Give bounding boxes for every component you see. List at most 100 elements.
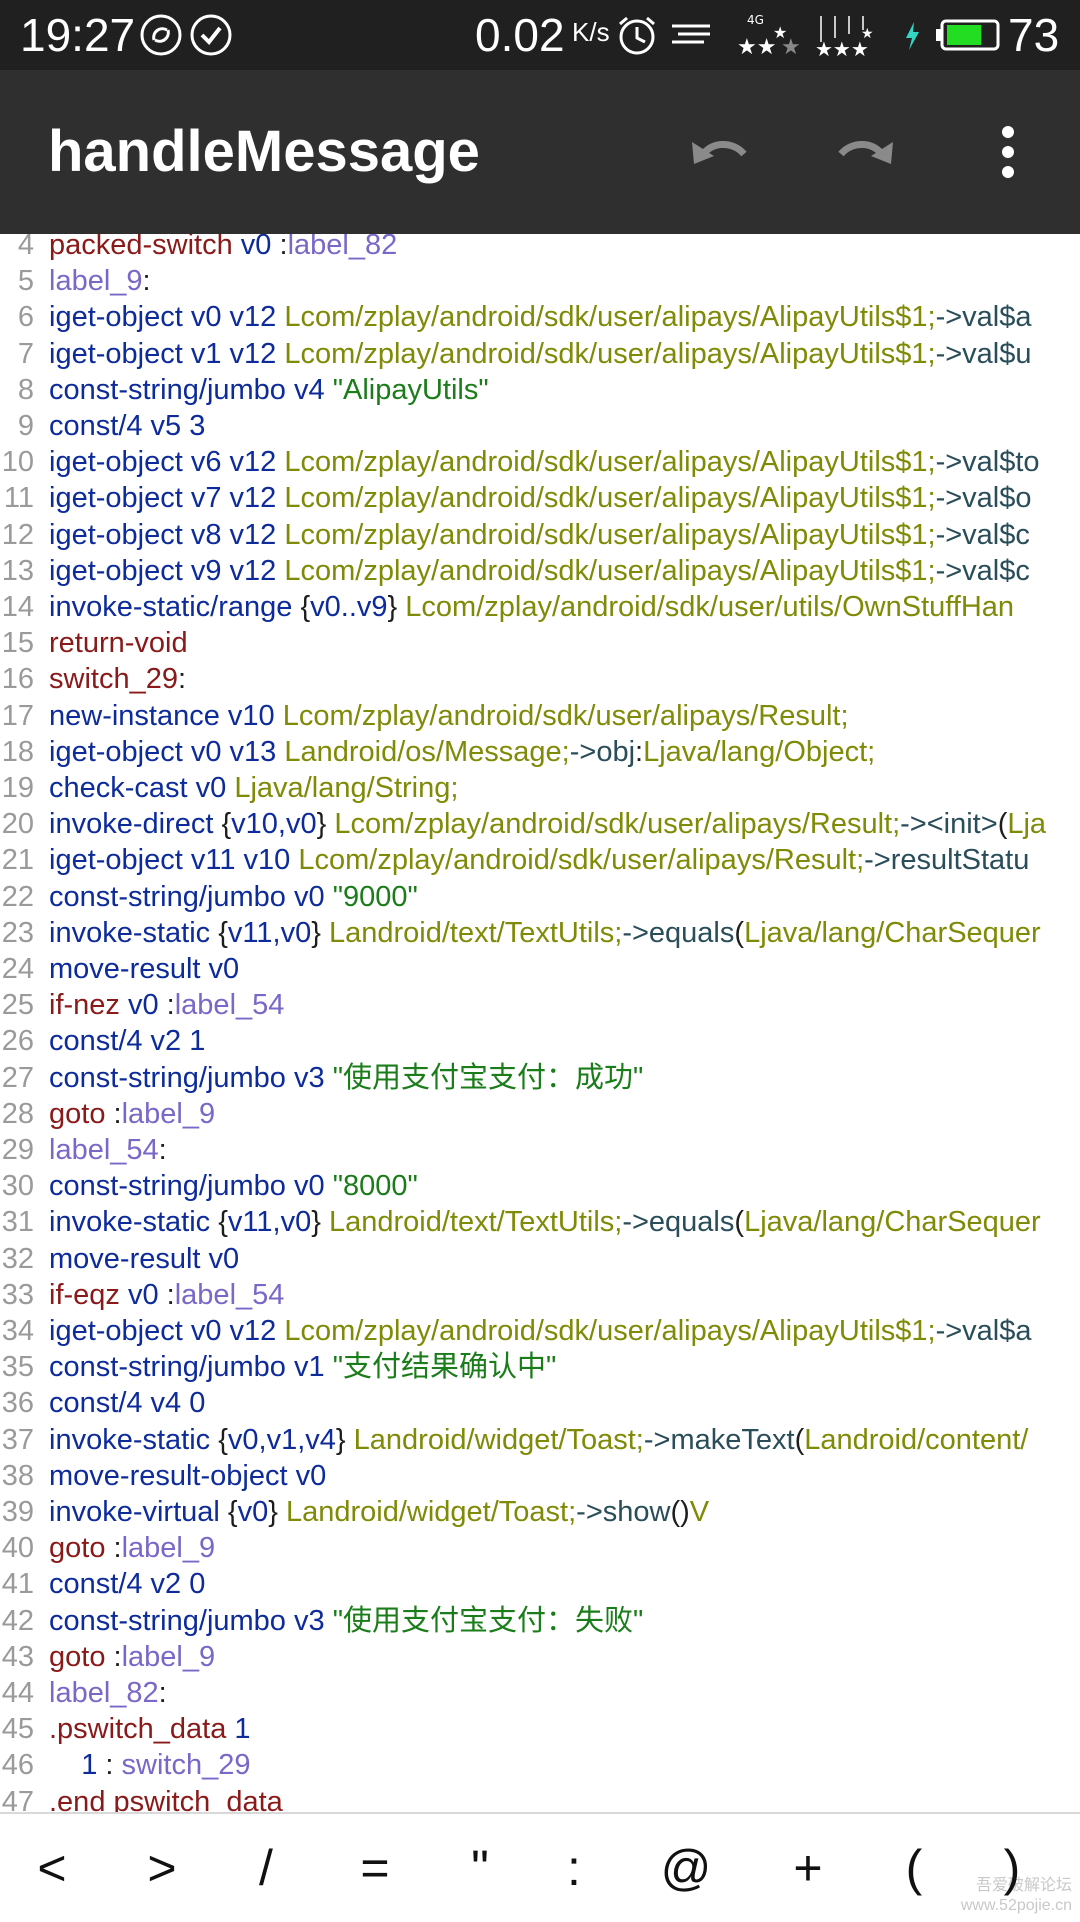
code-line[interactable]: 37 invoke-static {v0,v1,v4} Landroid/widg… <box>0 1422 1080 1458</box>
line-number: 47 <box>1 1785 34 1812</box>
code-token: v4 0 <box>142 1387 206 1420</box>
code-token: ( <box>997 808 1008 841</box>
code-line[interactable]: 11 iget-object v7 v12 Lcom/zplay/android/… <box>0 480 1080 516</box>
line-number: 46 <box>1 1749 34 1782</box>
code-line[interactable]: 44 label_82: <box>0 1675 1080 1711</box>
code-line[interactable]: 28 goto :label_9 <box>0 1096 1080 1132</box>
code-line[interactable]: 19 check-cast v0 Ljava/lang/String; <box>0 770 1080 806</box>
line-number: 17 <box>1 699 34 732</box>
undo-button[interactable] <box>680 112 760 192</box>
code-line[interactable]: 6 iget-object v0 v12 Lcom/zplay/android/s… <box>0 299 1080 335</box>
code-line[interactable]: 36 const/4 v4 0 <box>0 1385 1080 1421</box>
code-token: { <box>219 1496 238 1528</box>
code-line[interactable]: 31 invoke-static {v11,v0} Landroid/text/T… <box>0 1204 1080 1240</box>
code-text: iget-object v9 v12 Lcom/zplay/android/sd… <box>49 553 1030 589</box>
code-token: v0,v1,v4 <box>227 1423 336 1456</box>
code-line[interactable]: 29 label_54: <box>0 1132 1080 1168</box>
code-text: switch_29: <box>49 661 186 697</box>
code-line[interactable]: 13 iget-object v9 v12 Lcom/zplay/android/… <box>0 553 1080 589</box>
line-number: 38 <box>1 1459 34 1492</box>
code-line[interactable]: 16 switch_29: <box>0 661 1080 697</box>
code-line[interactable]: 18 iget-object v0 v13 Landroid/os/Message… <box>0 734 1080 770</box>
code-line[interactable]: 12 iget-object v8 v12 Lcom/zplay/android/… <box>0 517 1080 553</box>
code-token: invoke-direct <box>49 808 214 841</box>
code-token: label_54 <box>49 1134 159 1166</box>
code-line[interactable]: 17 new-instance v10 Lcom/zplay/android/sd… <box>0 698 1080 734</box>
code-line[interactable]: 26 const/4 v2 1 <box>0 1023 1080 1059</box>
code-token: } <box>268 1496 286 1528</box>
code-text: iget-object v11 v10 Lcom/zplay/android/s… <box>49 842 1029 878</box>
code-line[interactable]: 39 invoke-virtual {v0} Landroid/widget/To… <box>0 1494 1080 1530</box>
symbol-key[interactable]: : <box>534 1814 614 1922</box>
code-token: Landroid/os/Message; <box>284 735 570 768</box>
code-line[interactable]: 27 const-string/jumbo v3 "使用支付宝支付：成功" <box>0 1060 1080 1096</box>
code-token: const-string/jumbo <box>49 1170 286 1203</box>
line-number: 40 <box>1 1532 34 1565</box>
code-token: -> <box>935 337 963 370</box>
code-line[interactable]: 43 goto :label_9 <box>0 1639 1080 1675</box>
code-token: v5 3 <box>142 410 206 442</box>
code-token: v0 <box>287 1459 327 1492</box>
code-token: Landroid/widget/Toast; <box>285 1496 577 1528</box>
code-line[interactable]: 32 move-result v0 <box>0 1241 1080 1277</box>
code-token: invoke-static <box>49 1423 211 1456</box>
code-token: : <box>105 1640 122 1673</box>
code-text: return-void <box>49 625 188 661</box>
code-line[interactable]: 4 packed-switch v0 :label_82 <box>0 234 1080 263</box>
code-line[interactable]: 40 goto :label_9 <box>0 1530 1080 1566</box>
line-number: 42 <box>1 1604 34 1637</box>
symbol-key[interactable]: / <box>226 1814 306 1922</box>
code-line[interactable]: 7 iget-object v1 v12 Lcom/zplay/android/s… <box>0 336 1080 372</box>
code-line[interactable]: 41 const/4 v2 0 <box>0 1566 1080 1602</box>
code-line[interactable]: 23 invoke-static {v11,v0} Landroid/text/T… <box>0 915 1080 951</box>
code-line[interactable]: 10 iget-object v6 v12 Lcom/zplay/android/… <box>0 444 1080 480</box>
symbol-key[interactable]: > <box>122 1814 202 1922</box>
symbol-key[interactable]: < <box>12 1814 92 1922</box>
line-number: 18 <box>1 735 34 768</box>
code-token: : <box>635 735 644 768</box>
code-line[interactable]: 15 return-void <box>0 625 1080 661</box>
code-token: makeText <box>670 1423 795 1456</box>
code-text: const/4 v2 1 <box>49 1023 205 1059</box>
code-line[interactable]: 35 const-string/jumbo v1 "支付结果确认中" <box>0 1349 1080 1385</box>
signal-stars-icon-2: ★★★ ★ <box>815 12 885 61</box>
code-text: invoke-virtual {v0} Landroid/widget/Toas… <box>49 1494 709 1530</box>
line-number: 39 <box>1 1496 34 1528</box>
code-line[interactable]: 21 iget-object v11 v10 Lcom/zplay/android… <box>0 842 1080 878</box>
code-line[interactable]: 25 if-nez v0 :label_54 <box>0 987 1080 1023</box>
symbol-key[interactable]: @ <box>646 1814 726 1922</box>
code-line[interactable]: 8 const-string/jumbo v4 "AlipayUtils" <box>0 372 1080 408</box>
redo-button[interactable] <box>825 112 905 192</box>
code-line[interactable]: 30 const-string/jumbo v0 "8000" <box>0 1168 1080 1204</box>
code-token: -> <box>935 554 963 587</box>
line-number: 30 <box>1 1170 34 1203</box>
symbol-key[interactable]: ( <box>874 1814 954 1922</box>
code-line[interactable]: 42 const-string/jumbo v3 "使用支付宝支付：失败" <box>0 1603 1080 1639</box>
code-line[interactable]: 33 if-eqz v0 :label_54 <box>0 1277 1080 1313</box>
code-line[interactable]: 46 1 : switch_29 <box>0 1747 1080 1783</box>
code-line[interactable]: 38 move-result-object v0 <box>0 1458 1080 1494</box>
code-text: const/4 v5 3 <box>49 408 205 444</box>
code-token: } <box>311 916 329 949</box>
code-line[interactable]: 45 .pswitch_data 1 <box>0 1711 1080 1747</box>
more-options-button[interactable] <box>968 112 1048 192</box>
symbol-key[interactable]: ) <box>972 1814 1052 1922</box>
code-token: Lja <box>1007 808 1047 841</box>
code-token: v9 v12 <box>182 554 285 587</box>
code-token: label_54 <box>174 989 285 1022</box>
code-line[interactable]: 22 const-string/jumbo v0 "9000" <box>0 879 1080 915</box>
symbol-key[interactable]: + <box>768 1814 848 1922</box>
code-line[interactable]: 9 const/4 v5 3 <box>0 408 1080 444</box>
code-line[interactable]: 47 .end pswitch_data <box>0 1784 1080 1812</box>
symbol-key[interactable]: " <box>440 1814 520 1922</box>
code-editor[interactable]: 4 packed-switch v0 :label_82 5 label_9: 6 ige… <box>0 234 1080 1812</box>
line-number: 13 <box>1 554 34 587</box>
code-line[interactable]: 14 invoke-static/range {v0..v9} Lcom/zpla… <box>0 589 1080 625</box>
code-line[interactable]: 24 move-result v0 <box>0 951 1080 987</box>
code-token: -> <box>935 482 963 515</box>
code-text: .end pswitch_data <box>49 1784 283 1812</box>
code-line[interactable]: 34 iget-object v0 v12 Lcom/zplay/android/… <box>0 1313 1080 1349</box>
code-line[interactable]: 20 invoke-direct {v10,v0} Lcom/zplay/andr… <box>0 806 1080 842</box>
code-line[interactable]: 5 label_9: <box>0 263 1080 299</box>
symbol-key[interactable]: = <box>335 1814 415 1922</box>
